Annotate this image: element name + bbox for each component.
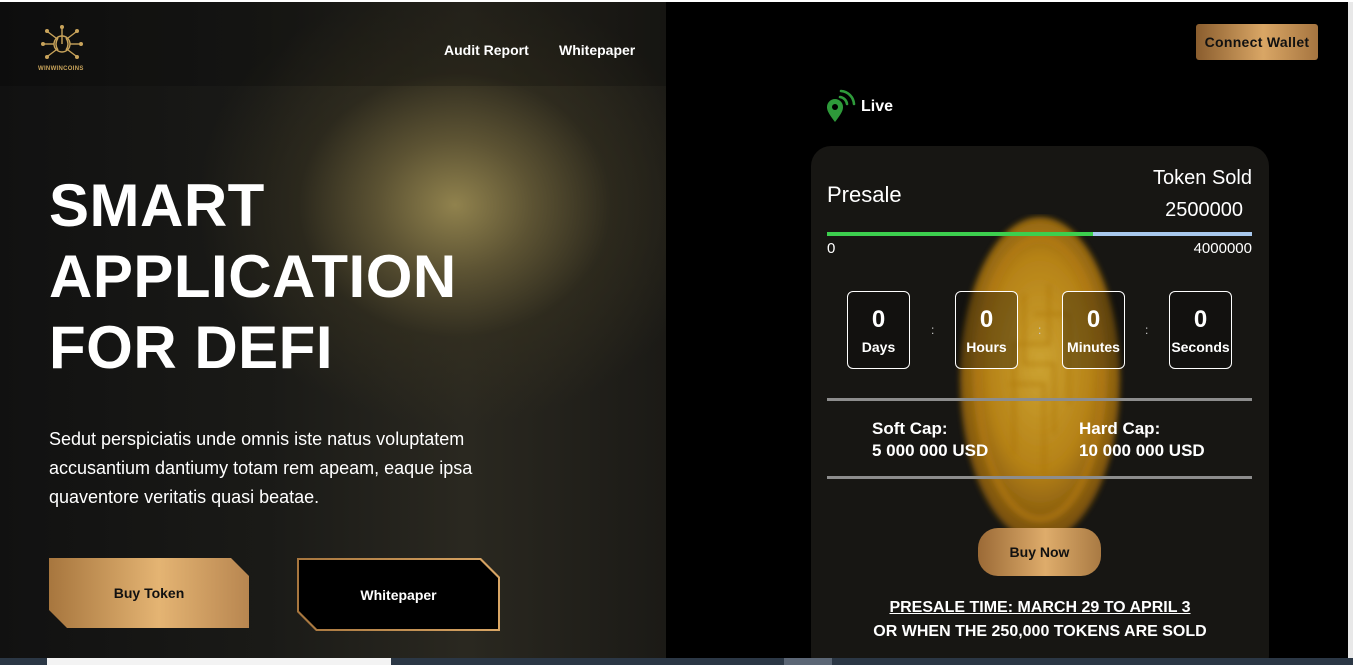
- token-sold-label: Token Sold: [1153, 167, 1252, 189]
- live-label: Live: [861, 98, 894, 115]
- location-pin-signal-icon: [824, 88, 858, 124]
- taskbar-search[interactable]: [47, 658, 391, 665]
- taskbar: [0, 658, 1353, 665]
- countdown-minutes: 0 Minutes: [1062, 291, 1125, 369]
- logo-text: WINWINCOINS: [38, 66, 84, 72]
- countdown-unit: Seconds: [1171, 339, 1230, 355]
- countdown-hours: 0 Hours: [955, 291, 1018, 369]
- progress-max: 4000000: [1193, 240, 1252, 257]
- countdown-separator: :: [1038, 323, 1042, 337]
- live-indicator: Live: [824, 88, 893, 124]
- countdown-days: 0 Days: [847, 291, 910, 369]
- hard-cap: Hard Cap: 10 000 000 USD: [1079, 418, 1205, 462]
- countdown-value: 0: [979, 306, 994, 333]
- connect-wallet-button[interactable]: Connect Wallet: [1196, 24, 1318, 60]
- buy-now-button[interactable]: Buy Now: [978, 528, 1101, 576]
- soft-cap: Soft Cap: 5 000 000 USD: [872, 418, 988, 462]
- hero-title: SMART APPLICATION FOR DEFI: [49, 170, 457, 383]
- divider: [827, 398, 1252, 401]
- presale-title: Presale: [827, 182, 902, 207]
- hero-title-line: APPLICATION: [49, 243, 457, 310]
- countdown-unit: Days: [861, 339, 896, 355]
- hard-cap-label: Hard Cap:: [1079, 419, 1161, 438]
- buy-token-button[interactable]: Buy Token: [49, 558, 249, 628]
- top-border: [0, 0, 1353, 2]
- hero-title-line: FOR DEFI: [49, 314, 333, 381]
- countdown-separator: :: [1145, 323, 1149, 337]
- divider: [827, 476, 1252, 479]
- nav-audit-report[interactable]: Audit Report: [444, 42, 529, 58]
- countdown-value: 0: [871, 306, 886, 333]
- whitepaper-button-border[interactable]: Whitepaper: [297, 558, 500, 631]
- soft-cap-value: 5 000 000 USD: [872, 441, 989, 460]
- presale-condition: OR WHEN THE 250,000 TOKENS ARE SOLD: [873, 623, 1207, 640]
- presale-card-content: Presale Token Sold 2500000 0 4000000 0 D…: [811, 146, 1269, 665]
- whitepaper-button[interactable]: Whitepaper: [299, 560, 498, 629]
- presale-landing-page: WINWINCOINS Audit Report Whitepaper Conn…: [0, 0, 1353, 665]
- countdown-value: 0: [1193, 306, 1208, 333]
- hard-cap-value: 10 000 000 USD: [1079, 441, 1205, 460]
- taskbar-item[interactable]: [784, 658, 832, 665]
- countdown-unit: Hours: [966, 339, 1007, 355]
- presale-progress-bar: [827, 232, 1252, 236]
- presale-time: PRESALE TIME: MARCH 29 TO APRIL 3: [889, 599, 1191, 616]
- countdown-value: 0: [1086, 306, 1101, 333]
- countdown-timer: 0 Days : 0 Hours : 0 Minutes : 0 Seconds: [847, 291, 1232, 369]
- hero-title-line: SMART: [49, 172, 265, 239]
- countdown-separator: :: [931, 323, 935, 337]
- presale-card: Presale Token Sold 2500000 0 4000000 0 D…: [811, 146, 1269, 665]
- hero-description: Sedut perspiciatis unde omnis iste natus…: [49, 429, 473, 507]
- token-sold-value: 2500000: [1165, 199, 1243, 221]
- presale-progress-fill: [827, 232, 1093, 236]
- nav-whitepaper[interactable]: Whitepaper: [559, 42, 635, 58]
- progress-min: 0: [827, 240, 836, 257]
- scrollbar[interactable]: [1348, 2, 1353, 658]
- soft-cap-label: Soft Cap:: [872, 419, 948, 438]
- countdown-seconds: 0 Seconds: [1169, 291, 1232, 369]
- countdown-unit: Minutes: [1067, 339, 1120, 355]
